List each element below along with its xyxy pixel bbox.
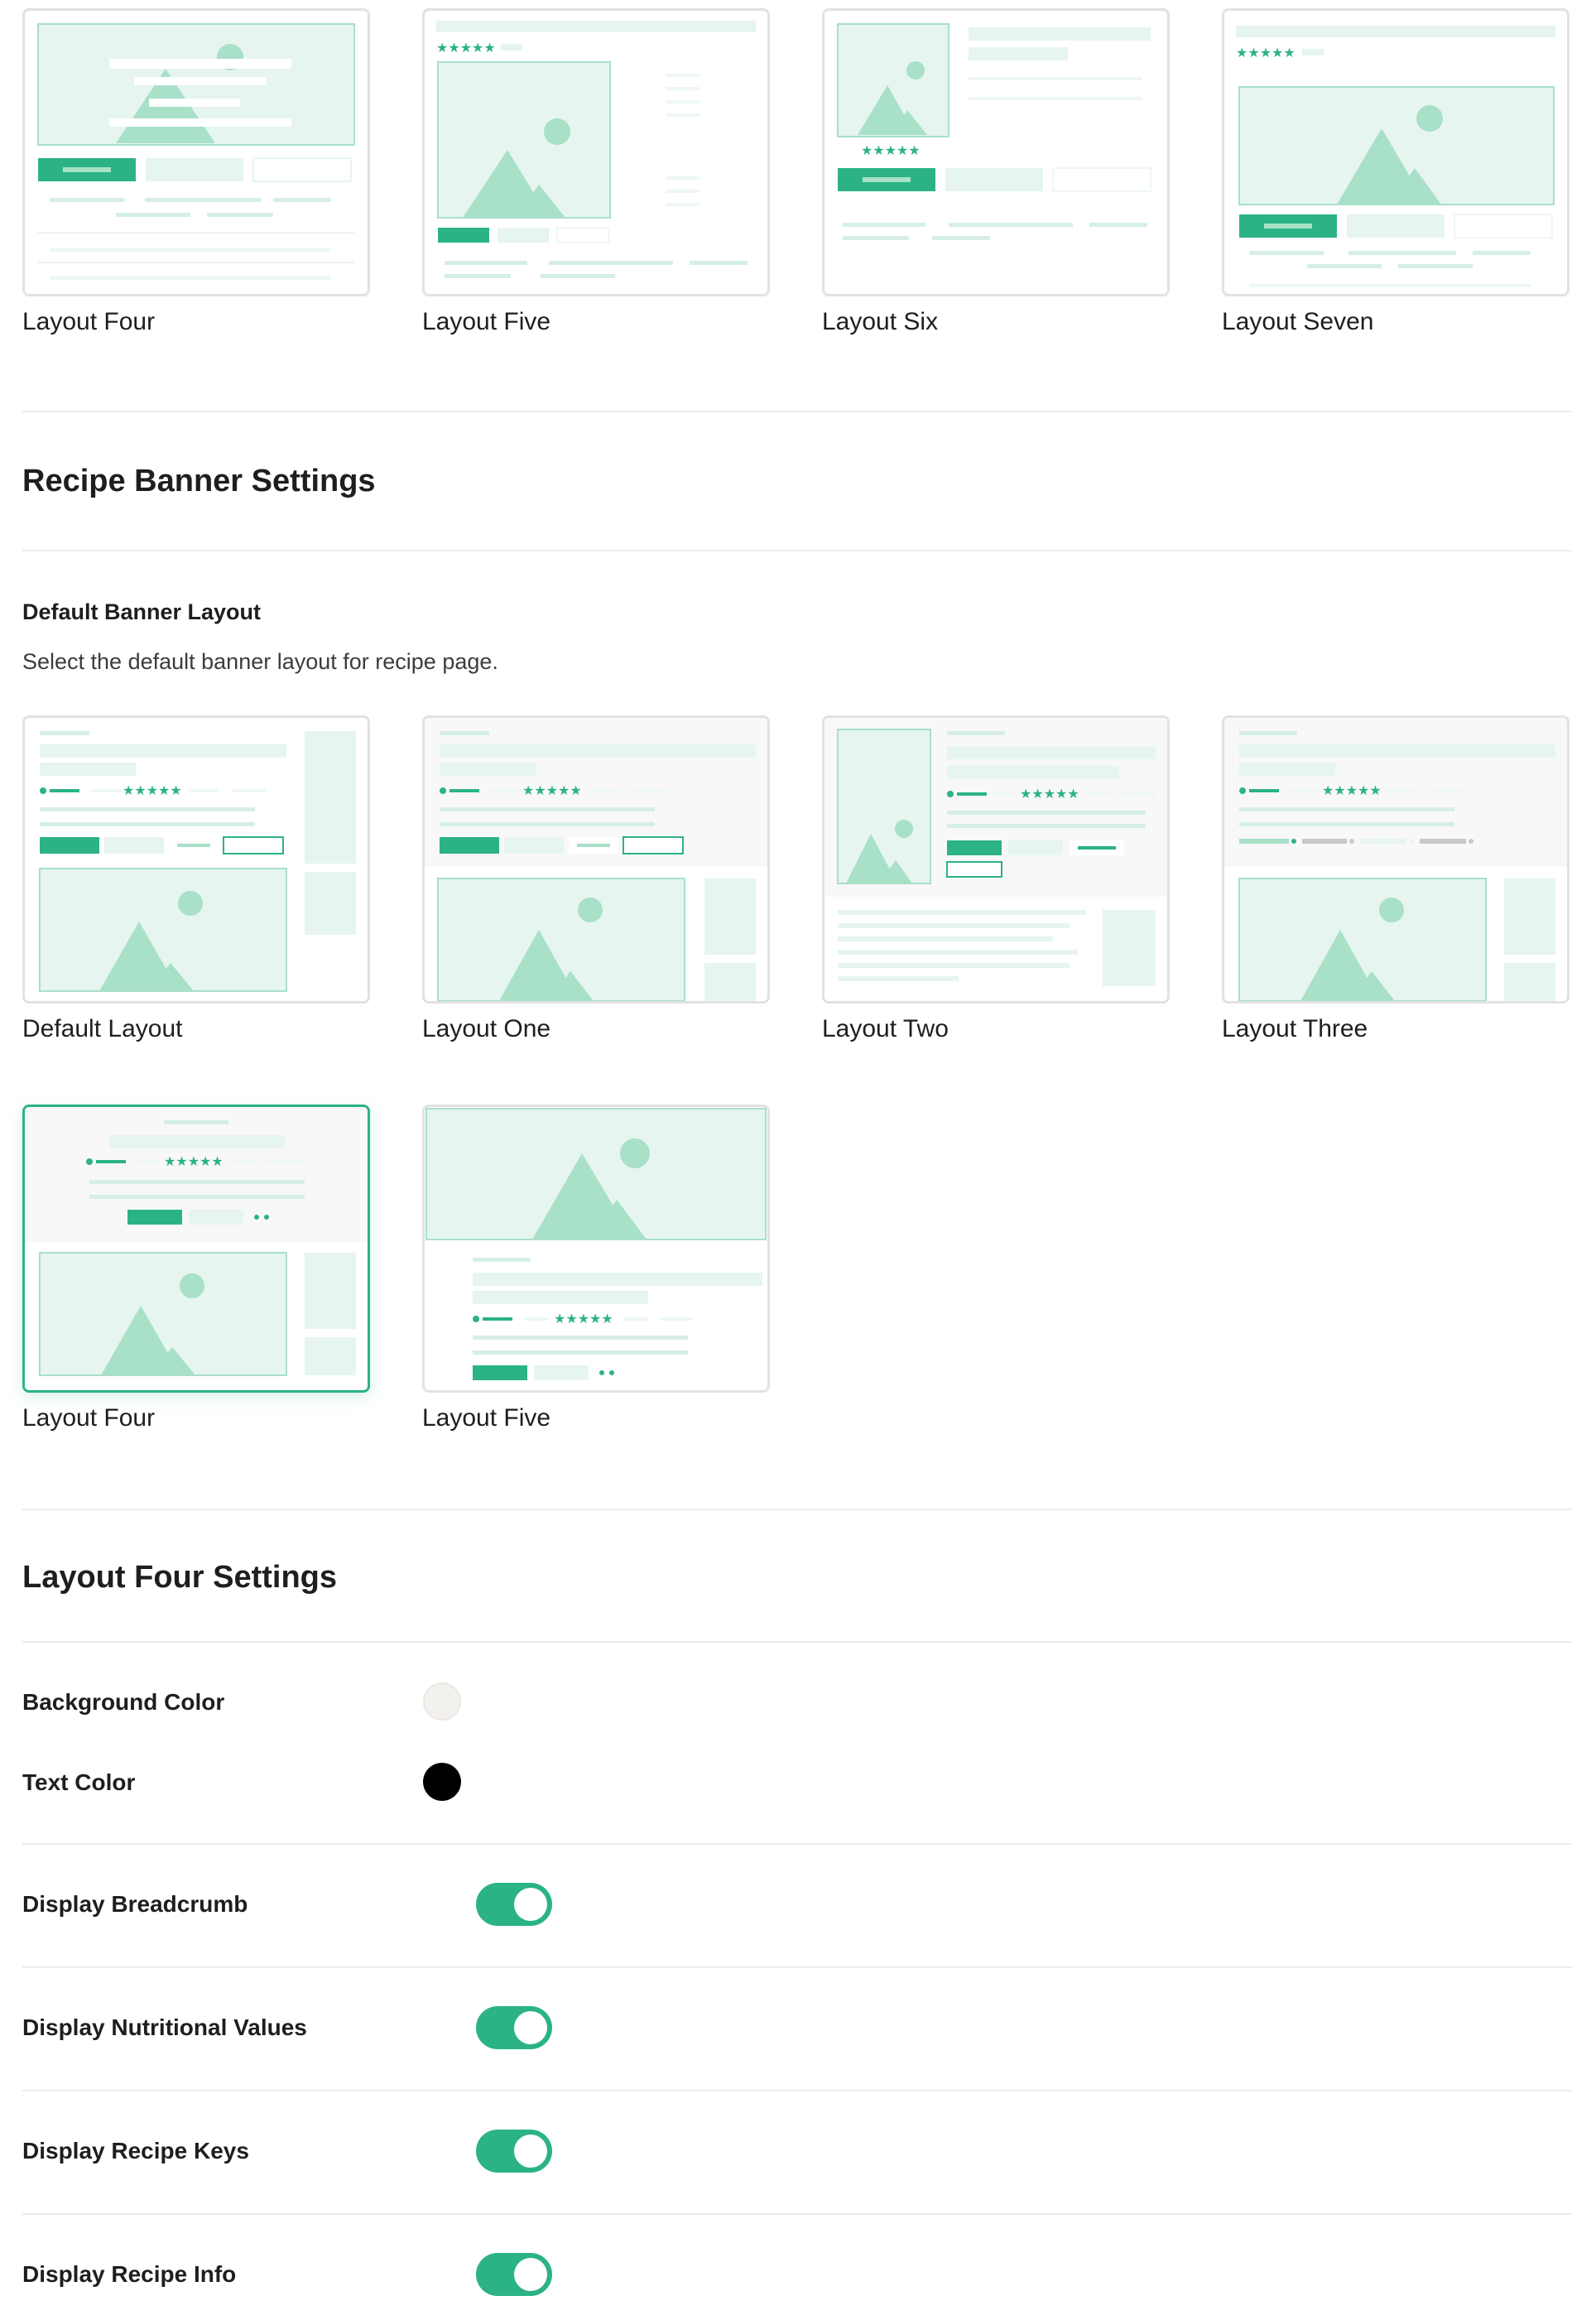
- section-divider: [22, 550, 1572, 551]
- layout-label: Layout Five: [422, 308, 551, 335]
- section-title-recipe-banner: Recipe Banner Settings: [22, 464, 376, 498]
- svg-text:★★★★★: ★★★★★: [123, 784, 182, 798]
- layout-preview-graphic: ★★★★★: [1236, 26, 1555, 287]
- section-divider: [22, 2090, 1572, 2091]
- layout-thumbnail[interactable]: ★★★★★: [1222, 8, 1570, 296]
- layout-preview-graphic: [37, 23, 355, 280]
- layout-preview-graphic: ★★★★★: [1224, 718, 1567, 1001]
- layout-thumbnail[interactable]: ★★★★★: [422, 8, 770, 296]
- toggle-knob: [514, 2011, 547, 2044]
- toggle-knob: [514, 2258, 547, 2291]
- display-recipe-info-toggle[interactable]: [476, 2253, 552, 2296]
- display-recipe-keys-toggle[interactable]: [476, 2130, 552, 2173]
- display-recipe-keys-label: Display Recipe Keys: [22, 2138, 249, 2164]
- section-divider: [22, 1509, 1572, 1510]
- layout-label: Layout Two: [822, 1015, 949, 1042]
- section-divider: [22, 2213, 1572, 2215]
- text-color-swatch[interactable]: [423, 1763, 461, 1801]
- layout-thumbnail[interactable]: ★★★★★: [822, 715, 1170, 1004]
- layout-preview-graphic: ★★★★★: [25, 1107, 368, 1390]
- layout-preview-graphic: ★★★★★: [824, 718, 1167, 986]
- layout-label: Layout Four: [22, 308, 156, 335]
- section-divider: [22, 1966, 1572, 1968]
- layout-preview-graphic: ★★★★★: [837, 23, 1151, 240]
- svg-text:★★★★★: ★★★★★: [1236, 46, 1296, 60]
- layout-label: Layout Three: [1222, 1015, 1368, 1042]
- layout-thumbnail[interactable]: ★★★★★: [22, 715, 370, 1004]
- display-nutritional-values-label: Display Nutritional Values: [22, 2014, 307, 2040]
- section-divider: [22, 1843, 1572, 1845]
- layout-preview-graphic: ★★★★★: [39, 731, 356, 992]
- section-divider: [22, 411, 1572, 412]
- layout-label: Layout One: [422, 1015, 551, 1042]
- toggle-knob: [514, 1888, 547, 1921]
- layout-label: Layout Six: [822, 308, 939, 335]
- layout-thumbnail[interactable]: ★★★★★: [422, 715, 770, 1004]
- section-divider: [22, 1641, 1572, 1643]
- layout-preview-graphic: ★★★★★: [425, 1108, 767, 1380]
- svg-text:★★★★★: ★★★★★: [1020, 787, 1079, 801]
- display-breadcrumb-toggle[interactable]: [476, 1883, 552, 1926]
- svg-text:★★★★★: ★★★★★: [164, 1155, 224, 1169]
- layout-thumbnail[interactable]: ★★★★★: [422, 1105, 770, 1393]
- text-color-label: Text Color: [22, 1769, 136, 1795]
- svg-text:★★★★★: ★★★★★: [861, 144, 921, 158]
- svg-text:★★★★★: ★★★★★: [554, 1312, 613, 1326]
- field-description: Select the default banner layout for rec…: [22, 649, 498, 674]
- section-title-layout-four-settings: Layout Four Settings: [22, 1560, 337, 1595]
- display-breadcrumb-label: Display Breadcrumb: [22, 1891, 248, 1917]
- svg-text:★★★★★: ★★★★★: [1322, 784, 1382, 798]
- layout-label: Layout Seven: [1222, 308, 1374, 335]
- layout-thumbnail[interactable]: ★★★★★: [822, 8, 1170, 296]
- layout-preview-graphic: ★★★★★: [436, 21, 756, 278]
- svg-text:★★★★★: ★★★★★: [436, 41, 496, 55]
- display-recipe-info-label: Display Recipe Info: [22, 2261, 237, 2287]
- layout-thumbnail[interactable]: [22, 8, 370, 296]
- background-color-swatch[interactable]: [423, 1682, 461, 1721]
- layout-label: Default Layout: [22, 1015, 183, 1042]
- toggle-knob: [514, 2135, 547, 2168]
- background-color-label: Background Color: [22, 1689, 225, 1715]
- layout-thumbnail[interactable]: ★★★★★: [1222, 715, 1570, 1004]
- svg-text:★★★★★: ★★★★★: [522, 784, 582, 798]
- layout-thumbnail-selected[interactable]: ★★★★★: [22, 1105, 370, 1393]
- layout-label: Layout Four: [22, 1404, 156, 1432]
- layout-preview-graphic: ★★★★★: [425, 718, 767, 1001]
- field-title-default-banner-layout: Default Banner Layout: [22, 599, 262, 624]
- layout-label: Layout Five: [422, 1404, 551, 1432]
- display-nutritional-values-toggle[interactable]: [476, 2006, 552, 2049]
